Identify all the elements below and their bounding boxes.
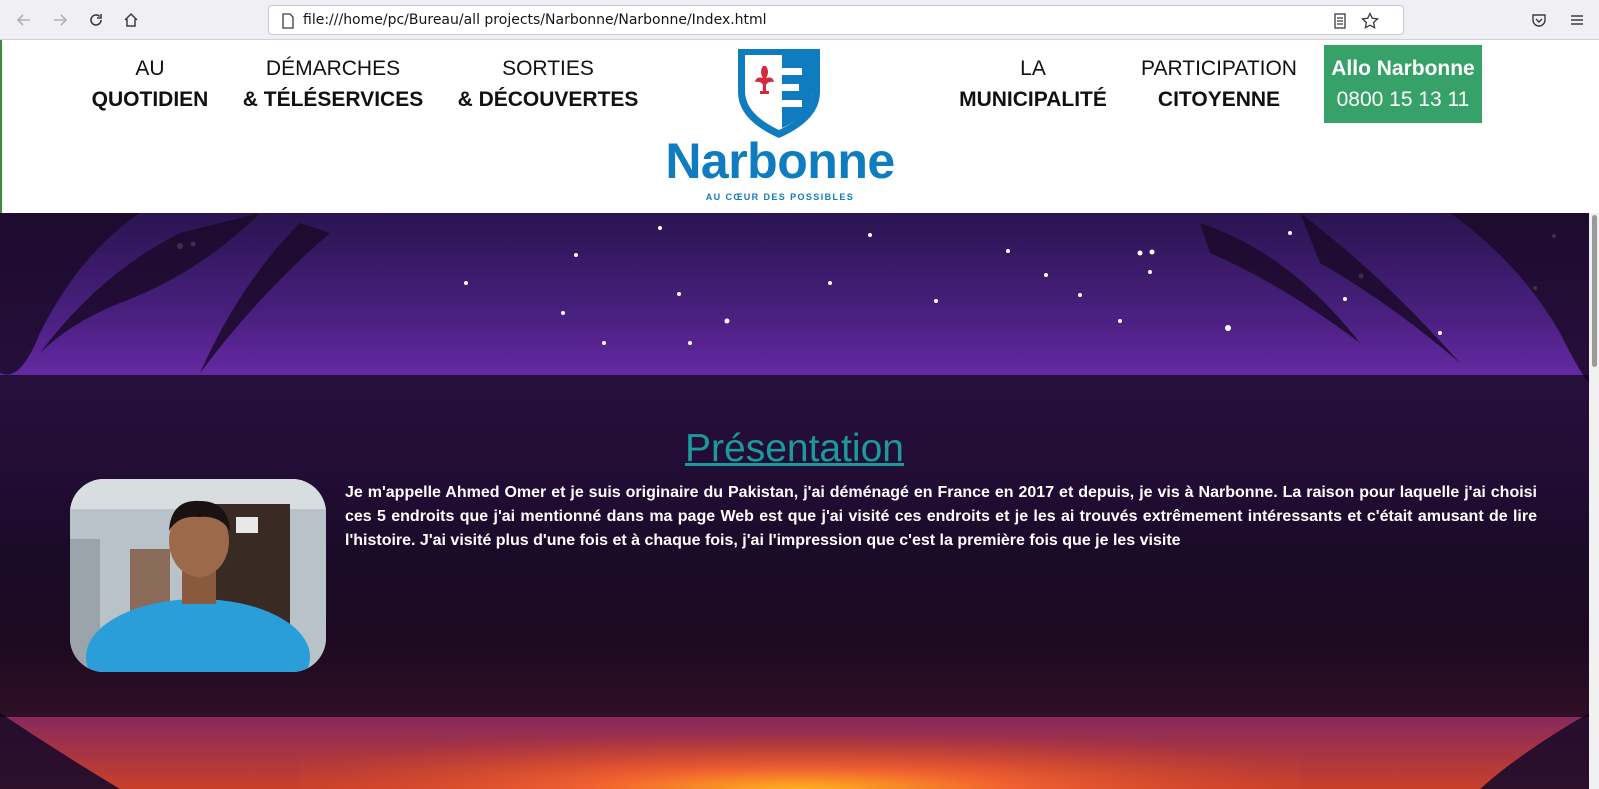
profile-photo-image	[70, 479, 326, 672]
pocket-button[interactable]	[1525, 6, 1553, 34]
home-icon	[124, 12, 138, 27]
narbonne-logo[interactable]: Narbonne AU CŒUR DES POSSIBLES	[652, 46, 908, 206]
logo-tagline: AU CŒUR DES POSSIBLES	[705, 192, 855, 202]
profile-photo	[70, 479, 326, 672]
reader-view-icon[interactable]	[1331, 12, 1349, 30]
nav-au-quotidien[interactable]: AU QUOTIDIEN	[80, 53, 220, 115]
reload-button[interactable]	[82, 6, 110, 34]
reload-icon	[90, 14, 102, 26]
allo-phone: 0800 15 13 11	[1336, 88, 1470, 111]
nav-label-line2: MUNICIPALITÉ	[959, 88, 1107, 111]
nav-label-line2: & TÉLÉSERVICES	[242, 88, 424, 111]
back-button[interactable]	[10, 6, 38, 34]
nav-label-line2: QUOTIDIEN	[91, 88, 209, 111]
browser-toolbar: file:///home/pc/Bureau/all projects/Narb…	[0, 0, 1599, 40]
nav-label-line1: SORTIES	[502, 57, 594, 80]
nav-label-line1: DÉMARCHES	[265, 57, 401, 80]
bookmark-star-icon[interactable]	[1361, 12, 1379, 30]
nav-label-line2: CITOYENNE	[1157, 88, 1281, 111]
nav-label-line2: & DÉCOUVERTES	[457, 88, 639, 111]
nav-demarches[interactable]: DÉMARCHES & TÉLÉSERVICES	[238, 53, 428, 115]
nav-label-line1: PARTICIPATION	[1141, 57, 1297, 80]
presentation-panel: Présentation Je m'appelle Ahmed Omer et …	[0, 375, 1589, 717]
scrollbar-thumb[interactable]	[1592, 215, 1597, 367]
nav-sorties[interactable]: SORTIES & DÉCOUVERTES	[448, 53, 648, 115]
nav-label-line1: AU	[135, 57, 165, 80]
nav-municipalite[interactable]: LA MUNICIPALITÉ	[952, 53, 1114, 115]
forward-arrow-icon	[54, 14, 68, 26]
back-arrow-icon	[16, 14, 30, 26]
allo-narbonne-button[interactable]: Allo Narbonne 0800 15 13 11	[1324, 45, 1482, 123]
nav-participation[interactable]: PARTICIPATION CITOYENNE	[1132, 53, 1306, 115]
hamburger-menu-icon	[1571, 15, 1583, 25]
url-text: file:///home/pc/Bureau/all projects/Narb…	[303, 12, 767, 28]
site-header: AU QUOTIDIEN DÉMARCHES & TÉLÉSERVICES SO…	[0, 40, 1599, 213]
address-bar[interactable]: file:///home/pc/Bureau/all projects/Narb…	[268, 5, 1404, 35]
presentation-text: Je m'appelle Ahmed Omer et je suis origi…	[345, 484, 1537, 549]
coat-of-arms-icon	[738, 49, 820, 138]
allo-title: Allo Narbonne	[1331, 57, 1475, 80]
presentation-title[interactable]: Présentation	[0, 427, 1589, 471]
page-scrollbar[interactable]	[1589, 213, 1599, 789]
logo-wordmark: Narbonne	[665, 133, 895, 189]
menu-button[interactable]	[1563, 6, 1591, 34]
hero-section: Présentation Je m'appelle Ahmed Omer et …	[0, 213, 1589, 789]
home-button[interactable]	[117, 6, 145, 34]
pocket-icon	[1532, 14, 1546, 27]
forward-button[interactable]	[46, 6, 74, 34]
page-icon	[279, 12, 297, 30]
nav-label-line1: LA	[1020, 57, 1046, 80]
